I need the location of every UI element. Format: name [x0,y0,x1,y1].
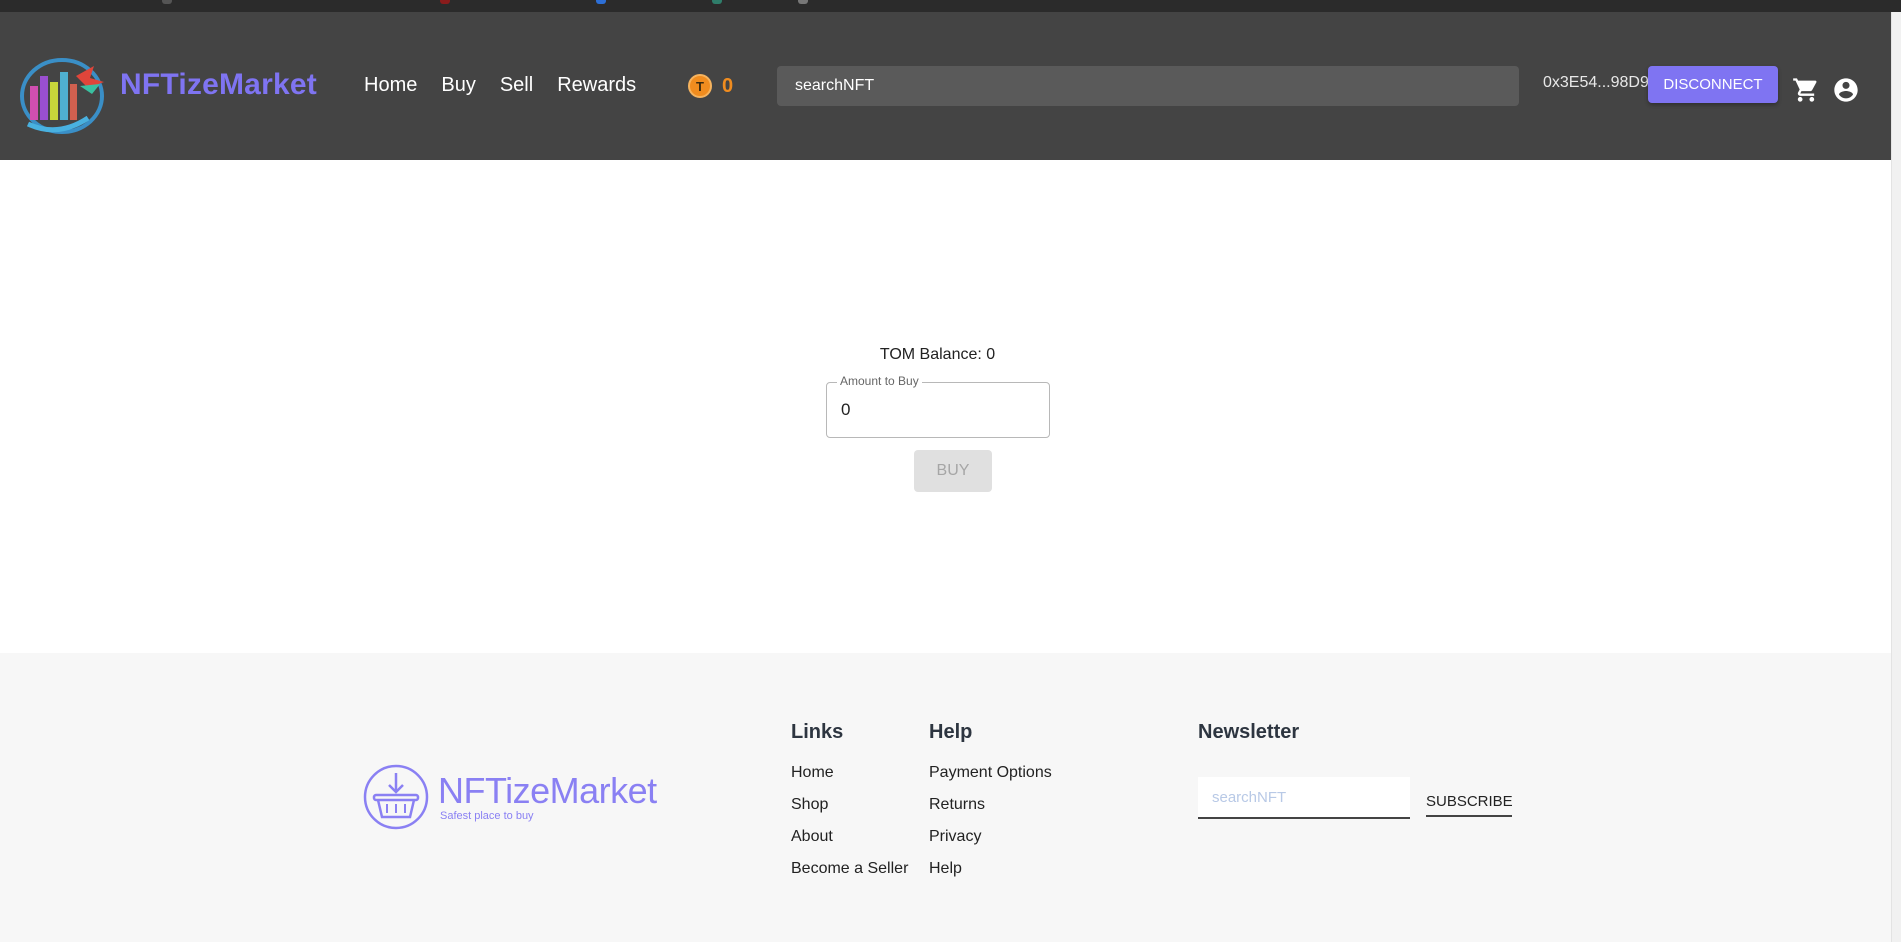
footer-help-title: Help [929,721,973,743]
footer-brand-name: NFTizeMarket [438,770,657,811]
footer-link-shop[interactable]: Shop [791,796,908,814]
amount-input[interactable] [839,399,1035,421]
token-coin-icon: T [688,74,712,98]
footer-link-home[interactable]: Home [791,764,908,782]
tom-balance-label: TOM Balance: 0 [879,346,996,363]
cart-icon[interactable] [1792,76,1820,104]
footer-help-column: Help Payment Options Returns Privacy Hel… [929,721,1052,892]
account-circle-icon[interactable] [1832,76,1860,104]
nav-home[interactable]: Home [364,74,417,97]
search-input[interactable] [793,76,1519,96]
shopping-basket-icon [363,764,429,830]
search-bar [777,66,1519,106]
disconnect-button[interactable]: DISCONNECT [1648,66,1778,103]
nav-rewards[interactable]: Rewards [557,74,636,97]
footer-link-privacy[interactable]: Privacy [929,828,1052,846]
buy-button[interactable]: BUY [914,450,992,492]
footer-link-returns[interactable]: Returns [929,796,1052,814]
footer-link-about[interactable]: About [791,828,908,846]
footer-link-payment-options[interactable]: Payment Options [929,764,1052,782]
top-navigation-bar: NFTizeMarket Home Buy Sell Rewards T 0 0… [0,12,1891,160]
footer-tagline: Safest place to buy [440,810,534,822]
footer: NFTizeMarket Safest place to buy Links H… [0,653,1891,942]
newsletter-input[interactable] [1198,777,1410,819]
newsletter-section: Newsletter SUBSCRIBE [1198,721,1513,819]
footer-links-column: Links Home Shop About Become a Seller [791,721,908,892]
brand-logo[interactable] [18,46,114,142]
nav-buy[interactable]: Buy [441,74,475,97]
buy-token-panel: TOM Balance: 0 Amount to Buy BUY [0,160,1891,653]
token-balance: T 0 [688,74,733,98]
city-swirl-logo-icon [20,58,104,134]
amount-field-label: Amount to Buy [837,374,922,388]
browser-tab-strip [0,0,1901,12]
token-balance-value: 0 [722,74,734,97]
footer-links-title: Links [791,721,844,743]
brand-name[interactable]: NFTizeMarket [120,68,317,102]
wallet-address: 0x3E54...98D9 [1543,74,1649,91]
footer-logo[interactable]: NFTizeMarket Safest place to buy [362,763,657,831]
newsletter-title: Newsletter [1198,721,1300,743]
page-scrollbar[interactable] [1891,12,1901,942]
nav-sell[interactable]: Sell [500,74,533,97]
subscribe-button[interactable]: SUBSCRIBE [1426,787,1513,817]
main-nav: Home Buy Sell Rewards [364,74,660,97]
footer-link-become-seller[interactable]: Become a Seller [791,860,908,878]
footer-link-help[interactable]: Help [929,860,1052,878]
amount-to-buy-field[interactable]: Amount to Buy [826,374,1050,438]
